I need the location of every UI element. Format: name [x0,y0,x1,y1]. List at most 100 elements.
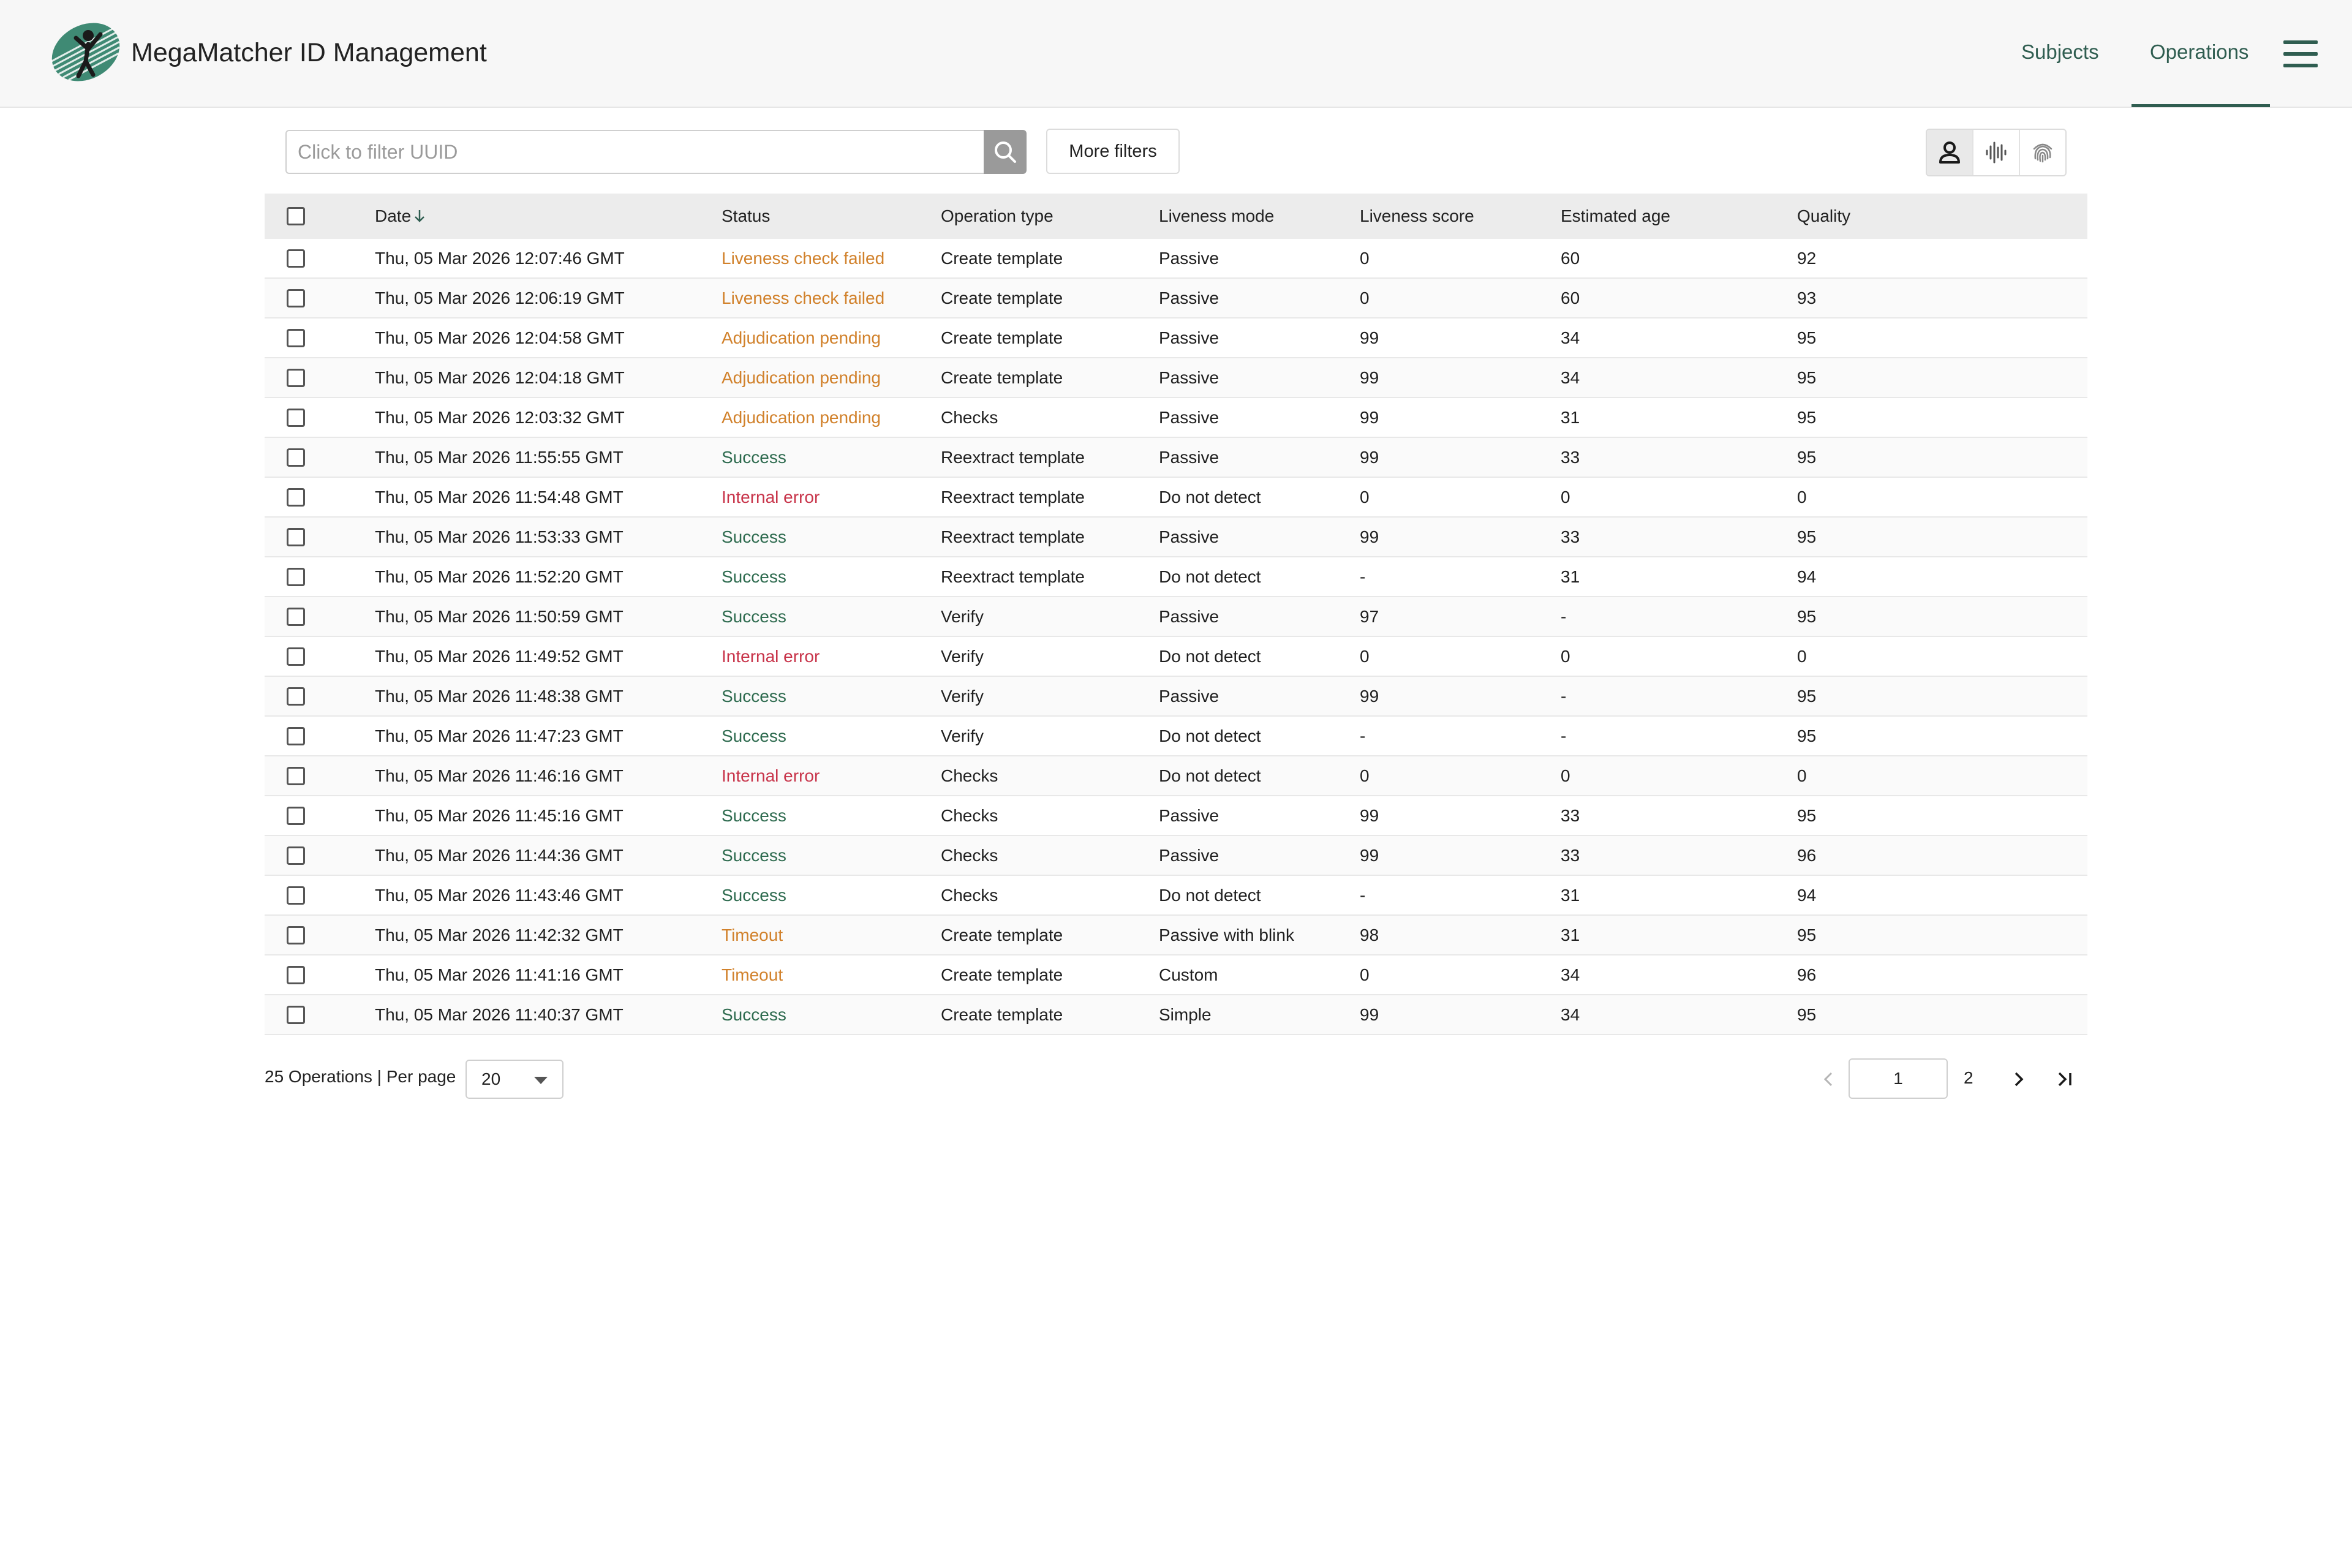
table-row[interactable]: Thu, 05 Mar 2026 12:03:32 GMT Adjudicatio… [265,398,2087,438]
table-row[interactable]: Thu, 05 Mar 2026 11:54:48 GMT Internal er… [265,478,2087,518]
date-cell: Thu, 05 Mar 2026 11:40:37 GMT [375,1005,624,1024]
previous-page-button[interactable] [1818,1066,1840,1093]
table-row[interactable]: Thu, 05 Mar 2026 11:43:46 GMT Success Chec… [265,876,2087,916]
row-checkbox[interactable] [287,488,305,507]
next-page-button[interactable] [2008,1066,2030,1093]
row-checkbox[interactable] [287,806,305,825]
page-2-link[interactable]: 2 [1964,1068,1973,1088]
date-column-header[interactable]: Date [375,194,427,239]
row-checkbox[interactable] [287,647,305,666]
more-filters-button[interactable]: More filters [1046,129,1180,174]
liveness-mode-cell: Do not detect [1159,567,1261,586]
hamburger-menu-icon[interactable] [2283,40,2318,67]
operation-type-cell: Reextract template [941,447,1085,467]
table-row[interactable]: Thu, 05 Mar 2026 11:40:37 GMT Success Crea… [265,995,2087,1035]
table-row[interactable]: Thu, 05 Mar 2026 12:04:18 GMT Adjudicatio… [265,358,2087,398]
active-nav-indicator [2132,104,2270,107]
table-row[interactable]: Thu, 05 Mar 2026 11:55:55 GMT Success Reex… [265,438,2087,478]
estimated-age-cell: 31 [1561,885,1580,905]
fingerprint-modality-button[interactable] [2020,130,2065,175]
date-cell: Thu, 05 Mar 2026 11:48:38 GMT [375,686,624,706]
liveness-mode-cell: Passive [1159,328,1219,347]
select-all-checkbox[interactable] [287,207,305,225]
date-cell: Thu, 05 Mar 2026 11:53:33 GMT [375,527,624,546]
table-row[interactable]: Thu, 05 Mar 2026 11:48:38 GMT Success Veri… [265,677,2087,717]
table-row[interactable]: Thu, 05 Mar 2026 11:42:32 GMT Timeout Crea… [265,916,2087,956]
uuid-filter-input[interactable] [285,130,985,174]
page-number-input[interactable] [1849,1058,1948,1099]
table-row[interactable]: Thu, 05 Mar 2026 11:53:33 GMT Success Reex… [265,518,2087,557]
row-checkbox[interactable] [287,567,305,586]
liveness-score-cell: 0 [1360,766,1370,785]
liveness-score-cell: 0 [1360,288,1370,307]
table-row[interactable]: Thu, 05 Mar 2026 11:50:59 GMT Success Veri… [265,597,2087,637]
row-checkbox[interactable] [287,687,305,706]
liveness-score-cell: 0 [1360,965,1370,984]
chevron-right-icon [2015,1072,2024,1087]
date-cell: Thu, 05 Mar 2026 12:04:58 GMT [375,328,625,347]
table-row[interactable]: Thu, 05 Mar 2026 11:47:23 GMT Success Veri… [265,717,2087,756]
table-row[interactable]: Thu, 05 Mar 2026 11:52:20 GMT Success Reex… [265,557,2087,597]
row-checkbox[interactable] [287,368,305,387]
liveness-mode-cell: Do not detect [1159,726,1261,745]
table-row[interactable]: Thu, 05 Mar 2026 11:41:16 GMT Timeout Crea… [265,956,2087,995]
table-row[interactable]: Thu, 05 Mar 2026 12:06:19 GMT Liveness ch… [265,279,2087,318]
date-cell: Thu, 05 Mar 2026 11:54:48 GMT [375,487,624,507]
row-checkbox[interactable] [287,925,305,944]
row-checkbox[interactable] [287,607,305,626]
estimated-age-cell: 31 [1561,925,1580,944]
liveness-score-cell: 99 [1360,845,1379,865]
table-row[interactable]: Thu, 05 Mar 2026 11:45:16 GMT Success Chec… [265,796,2087,836]
table-row[interactable]: Thu, 05 Mar 2026 12:07:46 GMT Liveness ch… [265,239,2087,279]
face-modality-button[interactable] [1927,130,1973,175]
operation-type-cell: Verify [941,686,984,706]
operation-type-cell: Checks [941,407,998,427]
quality-cell: 92 [1797,248,1817,268]
row-checkbox[interactable] [287,886,305,905]
quality-cell: 95 [1797,925,1817,944]
per-page-select[interactable]: 20 [466,1060,564,1099]
table-row[interactable]: Thu, 05 Mar 2026 11:46:16 GMT Internal er… [265,756,2087,796]
liveness-score-cell: 99 [1360,368,1379,387]
operation-type-cell: Verify [941,606,984,626]
operation-type-cell: Create template [941,328,1063,347]
estimated-age-column-header: Estimated age [1561,206,1670,225]
voice-modality-button[interactable] [1973,130,2020,175]
row-checkbox[interactable] [287,766,305,785]
row-checkbox[interactable] [287,846,305,865]
liveness-score-cell: 99 [1360,447,1379,467]
liveness-score-column-header: Liveness score [1360,206,1474,225]
row-checkbox[interactable] [287,726,305,745]
estimated-age-cell: 34 [1561,1005,1580,1024]
estimated-age-cell: 33 [1561,447,1580,467]
row-checkbox[interactable] [287,527,305,546]
operations-count: 25 Operations | Per page [265,1067,456,1086]
nav-operations[interactable]: Operations [2150,40,2248,64]
status-cell: Success [722,447,786,467]
search-button[interactable] [984,130,1027,174]
liveness-mode-cell: Do not detect [1159,646,1261,666]
table-row[interactable]: Thu, 05 Mar 2026 11:44:36 GMT Success Chec… [265,836,2087,876]
status-cell: Success [722,885,786,905]
row-checkbox[interactable] [287,249,305,268]
liveness-mode-cell: Passive [1159,248,1219,268]
row-checkbox[interactable] [287,965,305,984]
status-cell: Liveness check failed [722,288,885,307]
date-cell: Thu, 05 Mar 2026 11:46:16 GMT [375,766,624,785]
modality-toggle [1926,129,2067,176]
status-cell: Success [722,606,786,626]
nav-subjects[interactable]: Subjects [2021,40,2099,64]
liveness-score-cell: 99 [1360,1005,1379,1024]
row-checkbox[interactable] [287,448,305,467]
row-checkbox[interactable] [287,1005,305,1024]
table-row[interactable]: Thu, 05 Mar 2026 12:04:58 GMT Adjudicatio… [265,318,2087,358]
status-cell: Timeout [722,965,783,984]
last-page-button[interactable] [2052,1066,2079,1093]
date-cell: Thu, 05 Mar 2026 11:52:20 GMT [375,567,624,586]
date-cell: Thu, 05 Mar 2026 11:55:55 GMT [375,447,624,467]
row-checkbox[interactable] [287,288,305,307]
row-checkbox[interactable] [287,408,305,427]
table-row[interactable]: Thu, 05 Mar 2026 11:49:52 GMT Internal er… [265,637,2087,677]
estimated-age-cell: 31 [1561,567,1580,586]
row-checkbox[interactable] [287,328,305,347]
